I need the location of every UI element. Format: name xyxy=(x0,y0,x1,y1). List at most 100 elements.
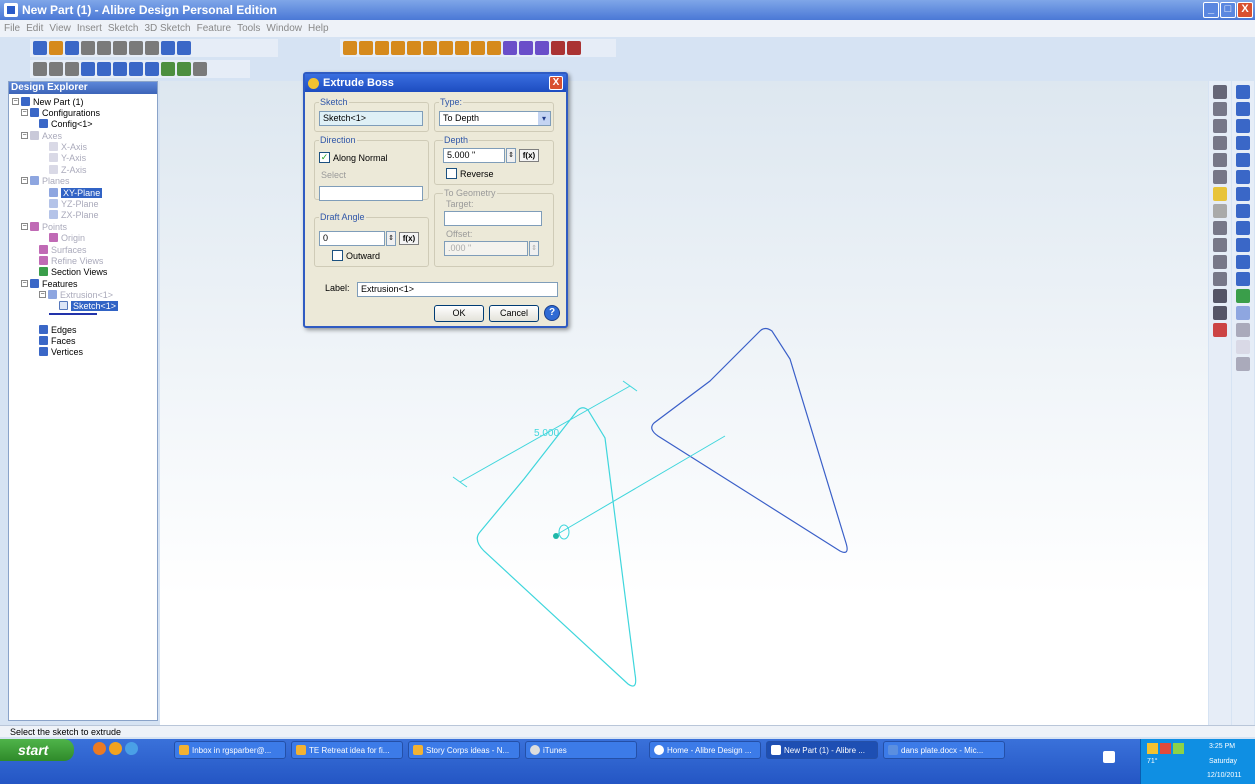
cut-extrude-icon[interactable] xyxy=(1236,153,1250,167)
chamfer-icon[interactable] xyxy=(487,41,501,55)
new-icon[interactable] xyxy=(33,41,47,55)
sweep-icon[interactable] xyxy=(1236,119,1250,133)
menu-view[interactable]: View xyxy=(49,23,71,34)
zoom-out-icon[interactable] xyxy=(97,62,111,76)
language-bar-icon[interactable] xyxy=(1103,751,1115,763)
next-view-icon[interactable] xyxy=(145,62,159,76)
menu-feature[interactable]: Feature xyxy=(197,23,231,34)
fillet-sketch-icon[interactable] xyxy=(1213,238,1227,252)
shell-icon[interactable] xyxy=(503,41,517,55)
tree-node-yaxis[interactable]: Y-Axis xyxy=(49,152,86,163)
ok-button[interactable]: OK xyxy=(434,305,484,322)
depth-function-button[interactable]: f(x) xyxy=(519,149,539,162)
tree-node-xaxis[interactable]: X-Axis xyxy=(49,141,87,152)
revolve-icon[interactable] xyxy=(1236,102,1250,116)
collapse-icon[interactable]: − xyxy=(12,98,19,105)
chevron-down-icon[interactable]: ▾ xyxy=(538,112,550,125)
sketch-profile[interactable] xyxy=(476,407,637,687)
tree-node-edges[interactable]: Edges xyxy=(39,324,77,335)
menu-file[interactable]: File xyxy=(4,23,20,34)
cut-revolve-icon[interactable] xyxy=(1236,170,1250,184)
function-icon[interactable] xyxy=(1236,340,1250,354)
extend-icon[interactable] xyxy=(1213,221,1227,235)
tree-node-zaxis[interactable]: Z-Axis xyxy=(49,164,87,175)
point-icon[interactable] xyxy=(1213,102,1227,116)
draft-function-button[interactable]: f(x) xyxy=(399,232,419,245)
hole-feature-icon[interactable] xyxy=(1236,187,1250,201)
collapse-icon[interactable]: − xyxy=(21,280,28,287)
copy-icon[interactable] xyxy=(113,41,127,55)
tray-app-icon[interactable] xyxy=(1147,743,1158,754)
print-icon[interactable] xyxy=(81,41,95,55)
arc-icon[interactable] xyxy=(1213,136,1227,150)
zoom-window-icon[interactable] xyxy=(49,62,63,76)
sketch-icon[interactable] xyxy=(1213,85,1227,99)
rotate-icon[interactable] xyxy=(65,62,79,76)
tree-node-root[interactable]: − New Part (1) xyxy=(12,96,84,107)
task-story-corps[interactable]: Story Corps ideas - N... xyxy=(408,741,520,759)
offset-spinner[interactable]: ⇕ xyxy=(529,241,539,256)
weather-temp[interactable]: 71° xyxy=(1147,758,1158,765)
plane-feature-icon[interactable] xyxy=(1236,306,1250,320)
loft-icon[interactable] xyxy=(1236,136,1250,150)
task-inbox[interactable]: Inbox in rgsparber@... xyxy=(174,741,286,759)
tree-node-points[interactable]: − Points xyxy=(21,221,67,232)
extruded-profile[interactable] xyxy=(651,327,848,553)
collapse-icon[interactable]: − xyxy=(39,291,46,298)
along-normal-checkbox[interactable]: ✓ xyxy=(319,152,330,163)
minimize-button[interactable]: _ xyxy=(1203,2,1219,18)
draft-feature-icon[interactable] xyxy=(1236,255,1250,269)
task-itunes[interactable]: iTunes xyxy=(525,741,637,759)
tree-node-vertices[interactable]: Vertices xyxy=(39,346,83,357)
menu-tools[interactable]: Tools xyxy=(237,23,260,34)
offset-icon[interactable] xyxy=(1213,255,1227,269)
axis-feature-icon[interactable] xyxy=(1236,323,1250,337)
draft-angle-input[interactable]: 0 xyxy=(319,231,385,246)
task-alibre-home[interactable]: Home - Alibre Design ... xyxy=(649,741,761,759)
select-icon[interactable] xyxy=(33,62,47,76)
redo-icon[interactable] xyxy=(177,41,191,55)
menu-3d-sketch[interactable]: 3D Sketch xyxy=(144,23,190,34)
constraint-icon[interactable] xyxy=(1213,306,1227,320)
shell-feature-icon[interactable] xyxy=(1236,238,1250,252)
zoom-in-icon[interactable] xyxy=(81,62,95,76)
menu-insert[interactable]: Insert xyxy=(77,23,102,34)
spline-icon[interactable] xyxy=(1213,187,1227,201)
tree-node-configurations[interactable]: − Configurations xyxy=(21,107,100,118)
pattern-icon[interactable] xyxy=(535,41,549,55)
mirror-icon[interactable] xyxy=(551,41,565,55)
menu-edit[interactable]: Edit xyxy=(26,23,43,34)
dialog-titlebar[interactable]: Extrude Boss X xyxy=(305,74,566,92)
task-new-part[interactable]: New Part (1) - Alibre ... xyxy=(766,741,878,759)
ie-icon[interactable] xyxy=(125,742,138,755)
extrude-icon[interactable] xyxy=(1236,85,1250,99)
collapse-icon[interactable]: − xyxy=(21,223,28,230)
depth-spinner[interactable]: ⇕ xyxy=(506,148,516,163)
collapse-icon[interactable]: − xyxy=(21,109,28,116)
sketch-mode-icon[interactable] xyxy=(161,62,175,76)
tray-app-icon[interactable] xyxy=(1160,743,1171,754)
sweep-cut-icon[interactable] xyxy=(439,41,453,55)
circle-icon[interactable] xyxy=(1213,153,1227,167)
revolve-boss-icon[interactable] xyxy=(359,41,373,55)
feature-label-input[interactable]: Extrusion<1> xyxy=(357,282,558,297)
delete-icon[interactable] xyxy=(145,41,159,55)
depth-input[interactable]: 5.000 " xyxy=(443,148,505,163)
tree-node-surfaces[interactable]: Surfaces xyxy=(39,244,87,255)
settings-icon[interactable] xyxy=(193,62,207,76)
direction-select-field[interactable] xyxy=(319,186,423,201)
target-field[interactable] xyxy=(444,211,542,226)
tree-node-zxplane[interactable]: ZX-Plane xyxy=(49,209,99,220)
loft-cut-icon[interactable] xyxy=(455,41,469,55)
tree-node-axes[interactable]: − Axes xyxy=(21,130,62,141)
menu-window[interactable]: Window xyxy=(266,23,302,34)
filter-icon[interactable] xyxy=(177,62,191,76)
tree-node-sketch[interactable]: Sketch<1> xyxy=(59,300,119,311)
previous-view-icon[interactable] xyxy=(129,62,143,76)
sketch-selection-field[interactable]: Sketch<1> xyxy=(319,111,423,126)
tree-node-planes[interactable]: − Planes xyxy=(21,175,70,186)
tree-node-origin[interactable]: Origin xyxy=(49,232,85,243)
extrude-boss-icon[interactable] xyxy=(343,41,357,55)
text-icon[interactable] xyxy=(1213,272,1227,286)
open-icon[interactable] xyxy=(49,41,63,55)
